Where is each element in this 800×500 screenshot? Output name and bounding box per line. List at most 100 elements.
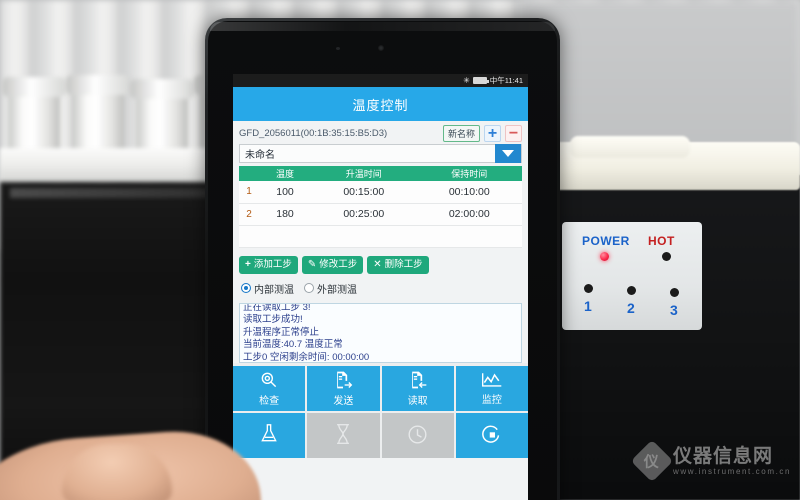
status-bar-time: 中午11:41 [489,76,523,85]
watermark-text: 仪器信息网 www.instrument.com.cn [673,445,792,476]
toolbar-monitor-label: 监控 [481,394,502,406]
close-icon: ✕ [373,258,382,270]
toolbar-check-label: 检查 [259,395,280,407]
steps-table-wrap: 温度 升温时间 保持时间 1 100 00:15:00 00:10:00 2 1… [233,166,528,248]
row-hold-time: 02:00:00 [416,203,522,226]
document-read-icon [408,370,428,390]
radio-label-internal: 内部测温 [254,284,294,296]
edit-step-label: 修改工步 [319,258,358,270]
log-line: 读取工步成功! [243,314,303,325]
power-icon [481,424,502,445]
new-name-button[interactable]: 新名称 [442,125,480,142]
clock-icon [407,424,428,445]
table-header-ramp-time: 升温时间 [311,166,417,181]
add-step-button[interactable]: + 添加工步 [239,255,298,274]
watermark-url: www.instrument.com.cn [673,466,792,476]
table-header-temperature: 温度 [259,166,311,181]
instrument-lid-notch [570,136,690,158]
search-icon [259,370,279,390]
toolbar-flask-button[interactable] [233,412,306,458]
toolbar-monitor-button[interactable]: 监控 [455,365,528,411]
status-bar: ✳ 中午11:41 [233,74,528,87]
step-actions: + 添加工步 ✎ 修改工步 ✕ 删除工步 [233,248,528,274]
port-led-3 [670,288,679,297]
watermark-name: 仪器信息网 [673,445,774,467]
toolbar-read-button[interactable]: 读取 [381,365,454,411]
row-index: 2 [239,203,259,226]
chevron-down-icon[interactable] [495,144,521,163]
hot-label: HOT [648,234,675,248]
toolbar-check-button[interactable]: 检查 [233,365,306,411]
log-line: 工步0 空闲剩余时间: 00:00:00 [243,351,370,363]
row-temperature: 180 [259,203,311,226]
app-bar: 温度控制 [233,87,528,121]
watermark-logo-icon: 仪 [630,439,674,483]
power-led [600,252,609,261]
port-number-3: 3 [670,302,678,318]
remove-device-button[interactable]: − [505,125,522,142]
toolbar-clock-button[interactable] [381,412,454,458]
plus-icon: + [245,258,251,270]
log-line: 当前温度:40.7 温度正常 [243,339,343,350]
program-select-row: 未命名 [233,144,528,166]
hourglass-icon [334,423,352,445]
page-title: 温度控制 [352,97,409,113]
add-device-button[interactable]: + [484,125,501,142]
delete-step-button[interactable]: ✕ 删除工步 [367,255,429,274]
table-header-row: 温度 升温时间 保持时间 [239,166,522,181]
port-led-2 [627,286,636,295]
flask-icon [259,423,279,445]
toolbar-read-label: 读取 [407,395,428,407]
front-camera [378,45,384,51]
row-index: 1 [239,181,259,204]
row-temperature: 100 [259,181,311,204]
document-send-icon [333,370,353,390]
toolbar-power-button[interactable] [455,412,528,458]
row-ramp-time: 00:15:00 [311,181,417,204]
port-number-2: 2 [627,300,635,316]
program-select-value: 未命名 [245,150,275,161]
delete-step-label: 删除工步 [384,258,423,270]
add-step-label: 添加工步 [253,258,292,270]
edit-step-button[interactable]: ✎ 修改工步 [301,255,364,274]
radio-dot-internal [241,283,251,293]
tablet-screen: ✳ 中午11:41 温度控制 GFD_2056011(00:1B:35:15:B… [233,74,528,500]
table-header-index [239,166,259,181]
bottom-toolbar: 检查 发送 读取 监控 [233,362,528,458]
hot-led [662,252,671,261]
tablet-edge-highlight [210,22,555,31]
program-select[interactable]: 未命名 [239,144,522,163]
radio-dot-external [304,283,314,293]
chart-line-icon [481,371,503,389]
probe-mode-group: 内部测温 外部测温 [233,274,528,301]
steps-table: 温度 升温时间 保持时间 1 100 00:15:00 00:10:00 2 1… [239,166,522,248]
device-id-label: GFD_2056011(00:1B:35:15:B5:D3) [239,128,388,139]
bluetooth-icon: ✳ [463,75,470,85]
toolbar-hourglass-button[interactable] [307,412,380,458]
table-row[interactable]: 2 180 00:25:00 02:00:00 [239,203,522,226]
device-row: GFD_2056011(00:1B:35:15:B5:D3) 新名称 + − [233,121,528,144]
table-empty-area [239,225,522,248]
log-line: 正在读取工步 3! [243,302,311,313]
port-led-1 [584,284,593,293]
watermark: 仪 仪器信息网 www.instrument.com.cn [630,439,792,483]
toolbar-send-label: 发送 [333,395,354,407]
power-label: POWER [582,234,630,248]
radio-external-probe[interactable]: 外部测温 [304,281,357,296]
pencil-icon: ✎ [307,258,317,270]
table-row[interactable]: 1 100 00:15:00 00:10:00 [239,181,522,204]
screenshot-scene: POWER HOT 1 2 3 ✳ 中午11:41 温度控制 GFD_20560… [0,0,800,500]
instrument-control-panel: POWER HOT 1 2 3 [562,222,702,330]
port-number-1: 1 [584,298,592,314]
row-ramp-time: 00:25:00 [311,203,417,226]
log-output[interactable]: 正在读取工步 3! 读取工步成功! 升温程序正常停止 当前温度:40.7 温度正… [239,302,522,363]
table-header-hold-time: 保持时间 [416,166,522,181]
radio-label-external: 外部测温 [317,284,357,296]
battery-icon [472,77,489,84]
log-line: 升温程序正常停止 [243,326,320,338]
toolbar-send-button[interactable]: 发送 [307,365,380,411]
radio-internal-probe[interactable]: 内部测温 [241,281,294,296]
watermark-badge-glyph: 仪 [644,452,660,471]
proximity-sensor [336,47,340,50]
row-hold-time: 00:10:00 [416,181,522,204]
